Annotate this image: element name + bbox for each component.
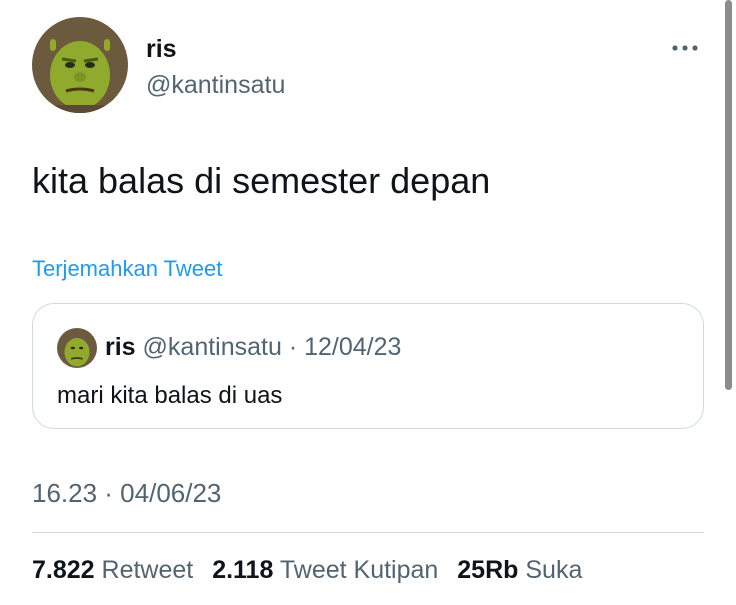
quote-meta: ris @kantinsatu · 12/04/23 <box>105 331 401 363</box>
author-handle[interactable]: @kantinsatu <box>146 70 285 100</box>
author-display-name[interactable]: ris <box>146 34 177 64</box>
retweets-label: Retweet <box>101 556 194 584</box>
tweet-stats: 7.822 Retweet 2.118 Tweet Kutipan 25Rb S… <box>32 554 594 586</box>
quote-date: 12/04/23 <box>304 333 402 361</box>
quotes-count: 2.118 <box>212 556 274 584</box>
shrek-avatar-icon <box>57 328 97 368</box>
quotes-stat[interactable]: 2.118 Tweet Kutipan <box>212 556 445 584</box>
likes-count: 25Rb <box>457 556 519 584</box>
retweets-count: 7.822 <box>32 556 95 584</box>
quote-separator: · <box>288 333 298 361</box>
author-avatar[interactable] <box>32 17 128 113</box>
translate-tweet-link[interactable]: Terjemahkan Tweet <box>32 255 222 283</box>
tweet-text: kita balas di semester depan <box>32 160 491 201</box>
quote-text: mari kita balas di uas <box>57 382 283 409</box>
quote-handle: @kantinsatu <box>142 333 282 361</box>
quoted-tweet-card[interactable]: ris @kantinsatu · 12/04/23 mari kita bal… <box>32 303 704 429</box>
vertical-scrollbar[interactable] <box>725 0 732 390</box>
more-horizontal-icon[interactable] <box>670 38 702 58</box>
retweets-stat[interactable]: 7.822 Retweet <box>32 556 200 584</box>
divider <box>32 532 704 533</box>
likes-label: Suka <box>525 556 583 584</box>
likes-stat[interactable]: 25Rb Suka <box>457 556 582 584</box>
quotes-label: Tweet Kutipan <box>279 556 439 584</box>
quote-author-avatar <box>57 328 97 368</box>
tweet-timestamp[interactable]: 16.23 · 04/06/23 <box>32 477 221 509</box>
shrek-avatar-icon <box>32 17 128 113</box>
tweet-detail: ris @kantinsatu kita balas di semester d… <box>0 0 736 605</box>
quote-display-name: ris <box>105 333 136 361</box>
